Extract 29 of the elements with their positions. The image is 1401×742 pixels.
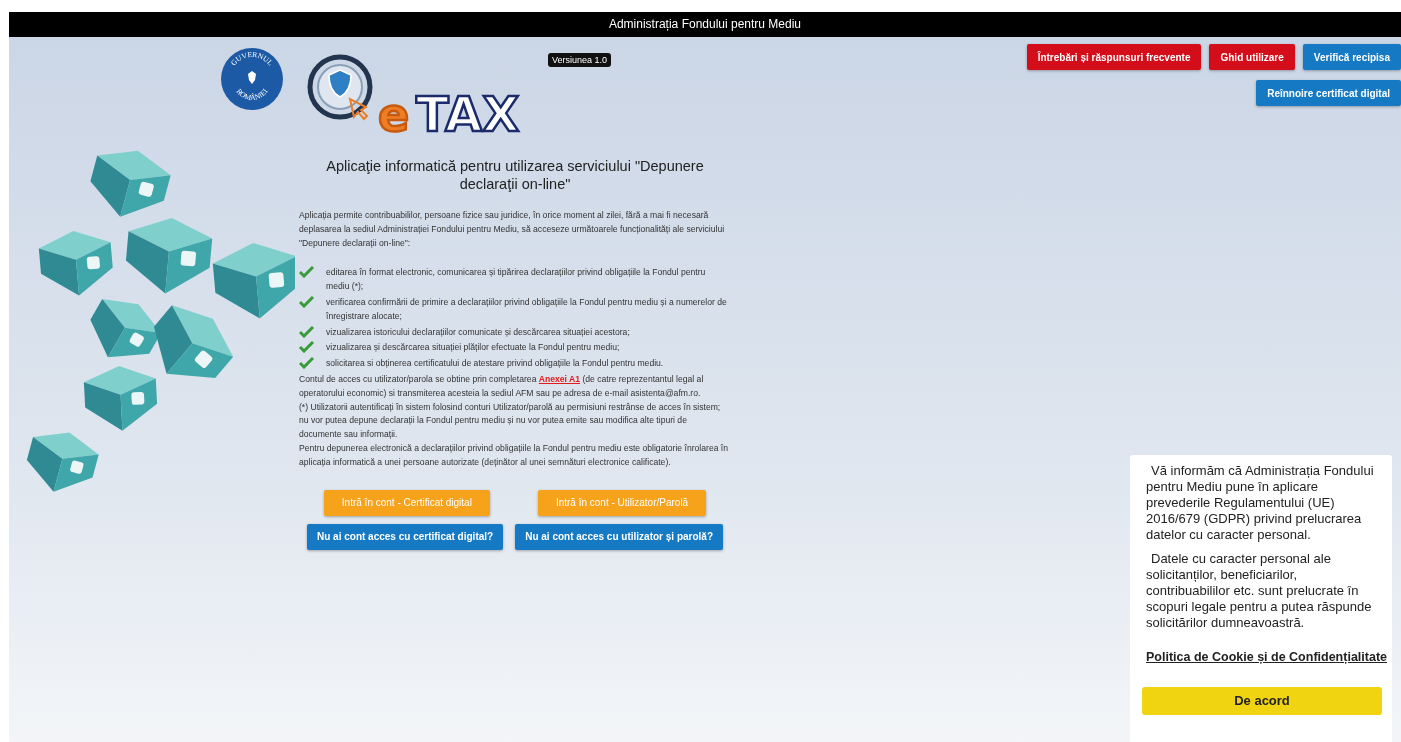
check-icon <box>299 266 314 279</box>
feature-item: verificarea confirmării de primire a declarațiilor privind obligațiile la Fondul pentru mediu și a numerelor de înregistrare alocate; <box>326 296 728 323</box>
register-button[interactable]: Nu ai cont acces cu certificat digital? <box>307 523 504 550</box>
account-note: Contul de acces cu utilizator/parola se obtine prin completarea Anexei A1 (de catre reprezentantul legal al operatorului economic) si transmiterea acesteia la sediul AFM sau pe adresa de e-mail asistenta@afm.ro. <box>299 372 705 400</box>
note-text: (*) Utilizatorii autentificați în sistem folosind conturi Utilizator/parolă au permisiuni restrânse de acces în sistem; nu vor putea depune declarații la Fondul pentru mediu și nu vor putea emite sau modifica alte tipuri de documente sau informații. <box>299 400 722 442</box>
etax-logo: eTAX <box>306 51 536 137</box>
cookie-text: Vă informăm că Administrația Fondului pentru Mediu pune în aplicare prevederile Regulamentului (UE) 2016/679 (GDPR) privind prelucrarea datelor cu caracter personal. <box>1146 463 1375 543</box>
feature-item: vizualizarea și descărcarea situației plăților efectuate la Fondul pentru mediu; <box>326 341 620 355</box>
page-title: Aplicaţie informatică pentru utilizarea serviciului "Depunere declaraţii on-line" <box>325 157 705 193</box>
version-badge: Versiunea 1.0 <box>548 53 612 67</box>
cookie-text: Datele cu caracter personal ale solicitanților, beneficiarilor, contribuabililor etc. sunt prelucrate în scopuri legale pentru a putea răspunde solicitărilor dumneavoastră. <box>1146 551 1373 631</box>
feature-item: solicitarea si obținerea certificatului de atestare privind obligațiile la Fondul pentru mediu. <box>326 357 664 371</box>
accept-button[interactable]: De acord <box>1142 687 1382 715</box>
intro-text: Aplicația permite contribuabililor, persoane fizice sau juridice, în orice moment al zilei, fără a mai fi necesară deplasarea la sediul Administrației Fondului pentru Mediu, să acceseze următoarele funcționalități ale serviciului "Depunere declarații on-line": <box>299 209 726 250</box>
check-icon <box>299 341 314 354</box>
check-icon <box>299 325 314 338</box>
annex-link[interactable]: Anexei A1 <box>538 373 581 384</box>
top-button[interactable]: Întrebări și răspunsuri frecvente <box>1026 44 1202 70</box>
register-button[interactable]: Nu ai cont acces cu utilizator și parolă? <box>515 523 723 550</box>
feature-item: vizualizarea istoricului declarațiilor comunicate și descărcarea situației acestora; <box>326 325 630 339</box>
header-title: Administrația Fondului pentru Mediu <box>608 17 802 31</box>
top-button[interactable]: Ghid utilizare <box>1209 44 1295 70</box>
check-icon <box>299 357 314 370</box>
cookie-policy-link[interactable]: Politica de Cookie și de Confidențialitate <box>1146 650 1387 664</box>
top-button[interactable]: Reînnoire certificat digital <box>1256 80 1401 106</box>
feature-item: editarea în format electronic, comunicarea și tipărirea declarațiilor privind obligațiile la Fondul pentru mediu (*); <box>326 266 707 294</box>
check-icon <box>299 296 314 308</box>
note-text: Pentru depunerea electronică a declarațiilor privind obligațiile la Fondul pentru mediu este obligatorie înrolarea în aplicația informatică a unei persoane autorizate (deținător al unei semnături electronice calificate). <box>299 441 729 469</box>
top-button[interactable]: Verifică recipisa <box>1302 44 1401 70</box>
